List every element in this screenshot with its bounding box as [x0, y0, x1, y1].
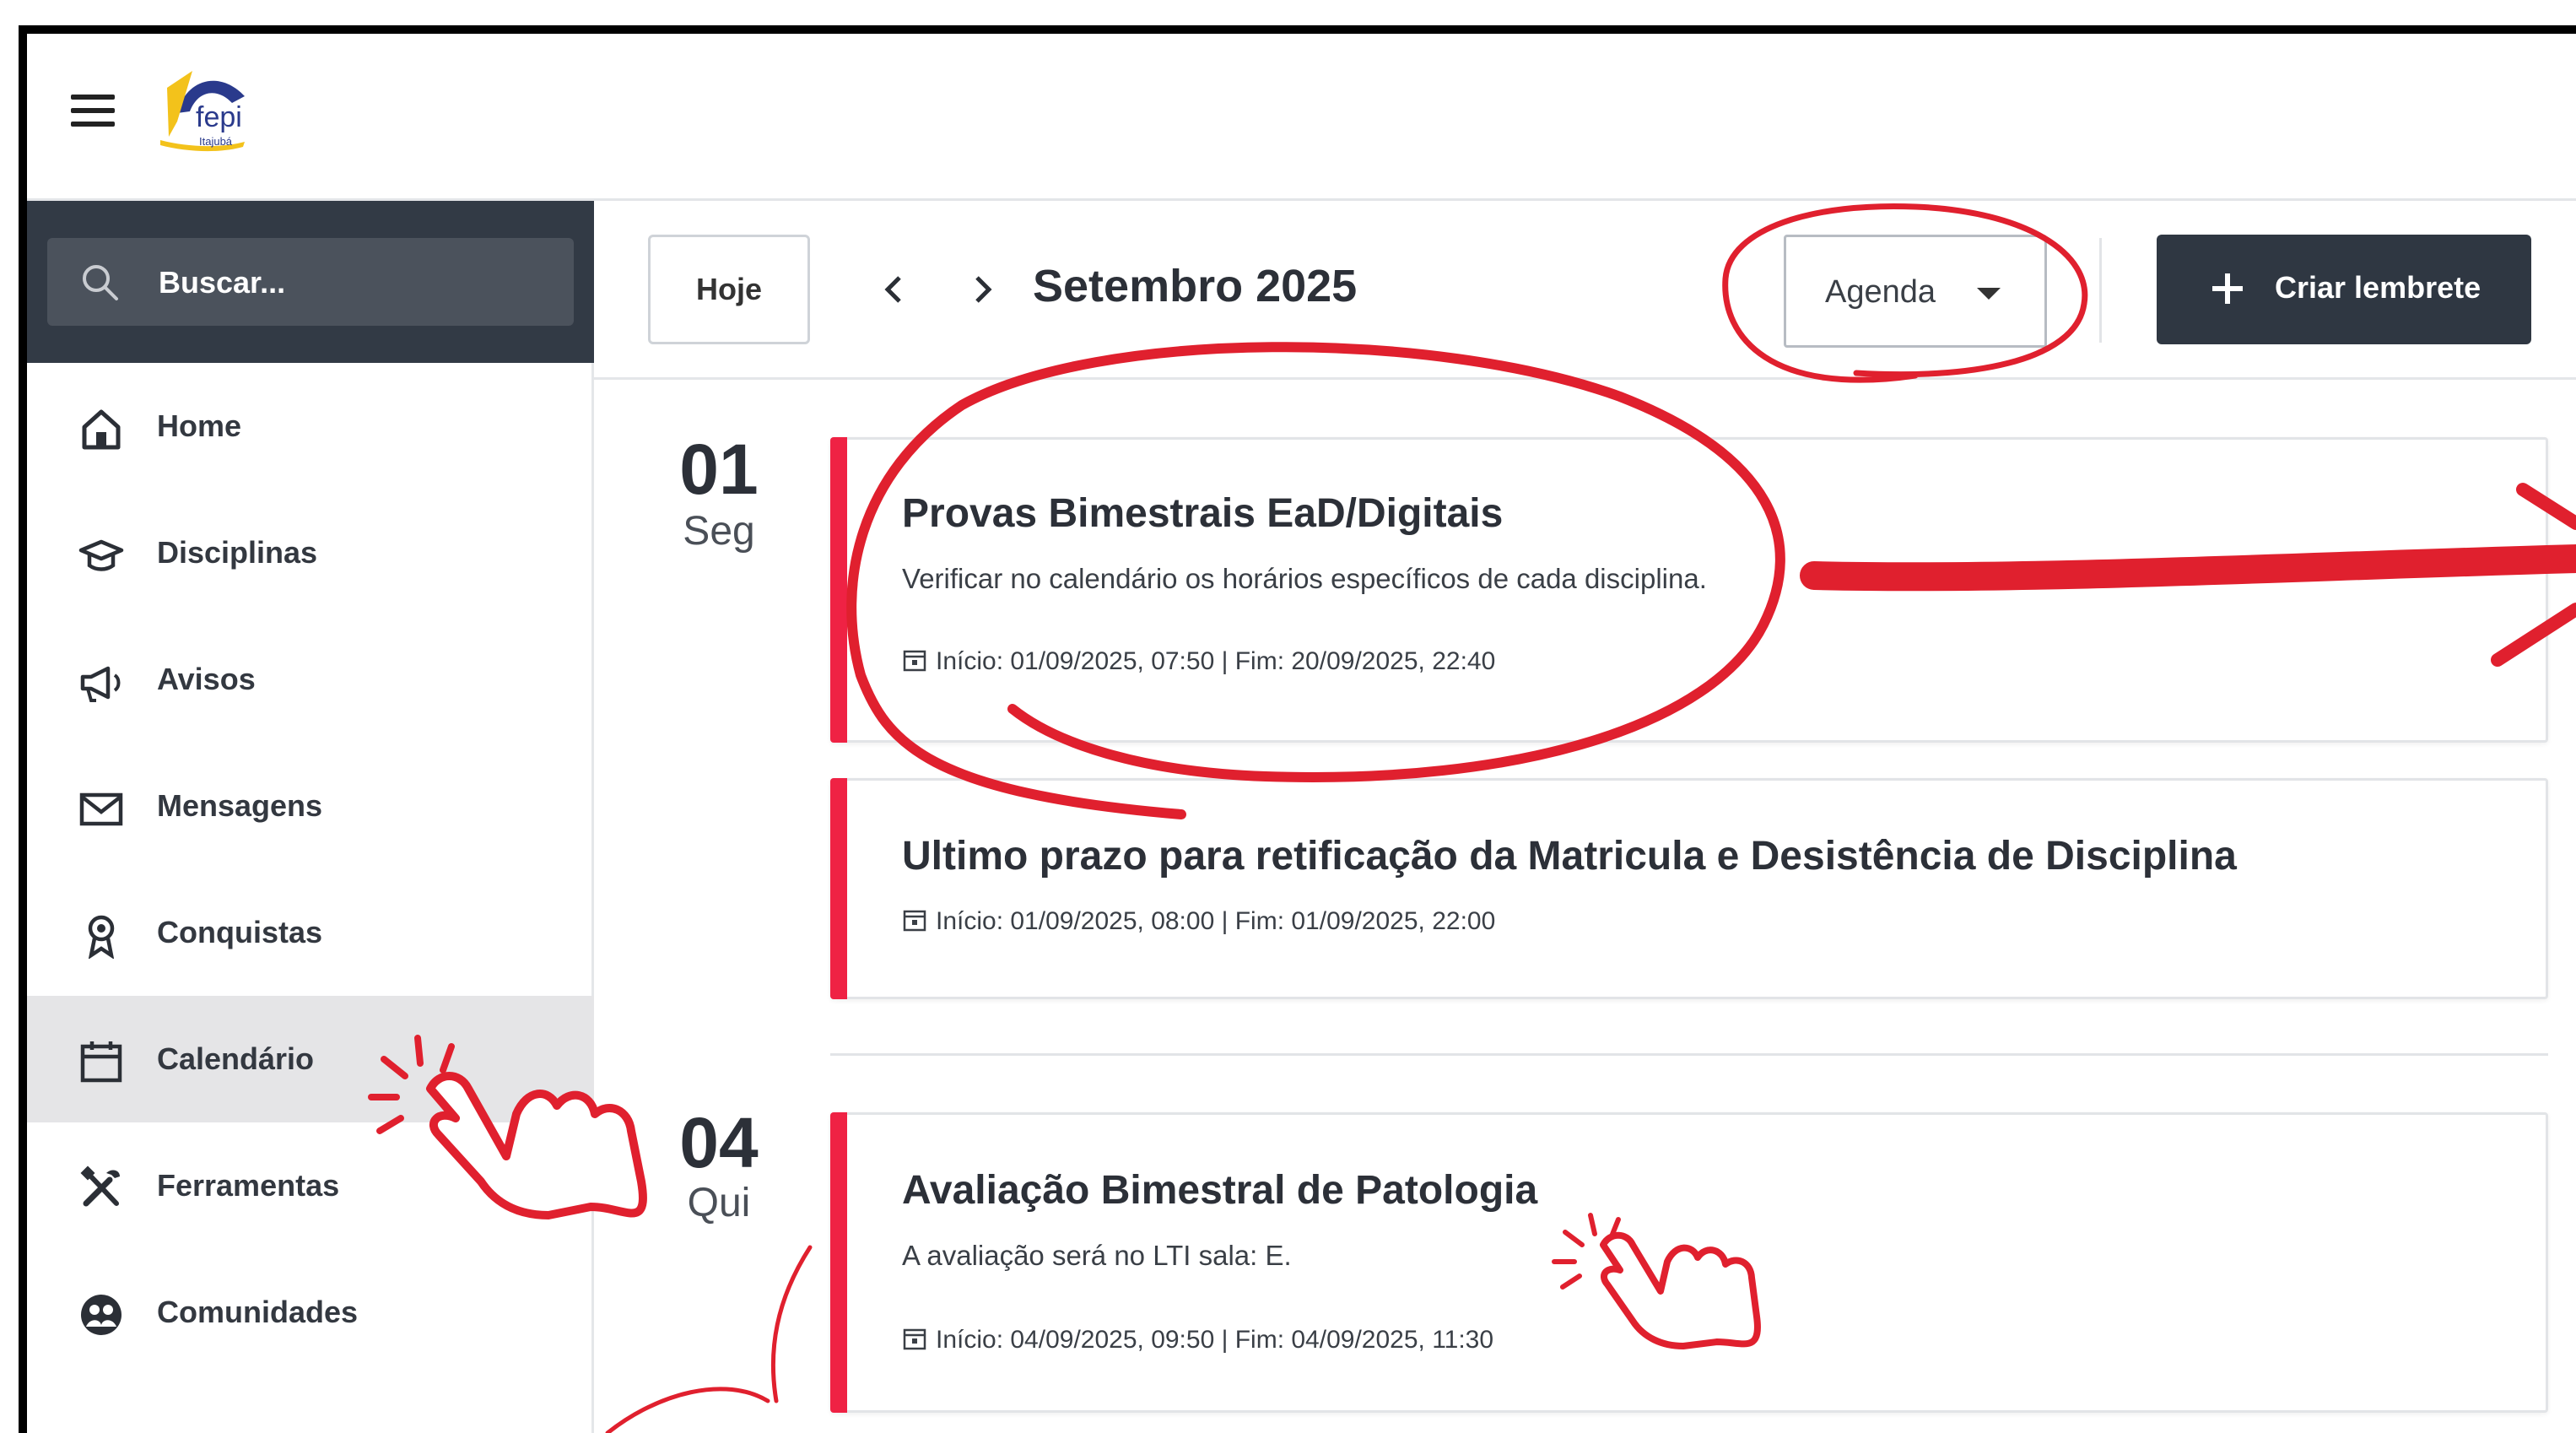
sidebar-item-ferramentas[interactable]: Ferramentas — [27, 1122, 594, 1249]
chevron-right-icon — [975, 276, 992, 303]
calendar-small-icon — [903, 1328, 926, 1350]
sidebar-item-mensagens[interactable]: Mensagens — [27, 743, 594, 869]
logo-subtext: Itajubá — [199, 135, 233, 148]
chevron-left-icon — [884, 276, 901, 303]
sidebar: Buscar... Home Disciplinas Avisos Mensag… — [27, 201, 594, 1433]
frame-border-top — [19, 25, 2576, 34]
fepi-logo[interactable]: fepi Itajubá — [152, 62, 270, 160]
sidebar-item-label: Home — [157, 408, 242, 443]
event-date-text: Início: 01/09/2025, 08:00 | Fim: 01/09/2… — [936, 907, 1496, 935]
month-title: Setembro 2025 — [1033, 261, 1358, 311]
top-header: fepi Itajubá — [27, 34, 2576, 201]
day-name: Qui — [687, 1181, 751, 1225]
event-date-text: Início: 04/09/2025, 09:50 | Fim: 04/09/2… — [936, 1326, 1494, 1354]
caret-down-icon — [1977, 288, 2001, 300]
sidebar-item-calendario[interactable]: Calendário — [27, 996, 594, 1122]
event-description: Verificar no calendário os horários espe… — [902, 563, 1707, 594]
megaphone-icon — [80, 666, 121, 702]
view-select-value: Agenda — [1825, 274, 1936, 310]
day-name: Seg — [683, 509, 755, 554]
frame-border-left — [19, 25, 27, 1433]
next-month-button[interactable] — [953, 260, 1013, 319]
event-date-text: Início: 01/09/2025, 07:50 | Fim: 20/09/2… — [936, 647, 1496, 675]
toolbar-separator — [2099, 238, 2102, 343]
tools-icon — [80, 1165, 120, 1207]
event-card[interactable]: Avaliação Bimestral de Patologia A avali… — [830, 1112, 2548, 1413]
sidebar-item-label: Avisos — [157, 662, 256, 696]
hamburger-icon[interactable] — [71, 95, 115, 128]
event-color-stripe — [830, 1112, 847, 1413]
graduation-cap-icon — [78, 539, 124, 571]
logo-text: fepi — [196, 101, 242, 133]
home-icon — [82, 409, 121, 450]
event-color-stripe — [830, 778, 847, 999]
sidebar-search-area: Buscar... — [27, 201, 594, 363]
sidebar-item-conquistas[interactable]: Conquistas — [27, 869, 594, 996]
calendar-small-icon — [903, 910, 926, 932]
sidebar-item-label: Mensagens — [157, 788, 323, 823]
event-date-range: Início: 04/09/2025, 09:50 | Fim: 04/09/2… — [902, 1326, 1493, 1355]
sidebar-item-home[interactable]: Home — [27, 363, 594, 489]
create-reminder-button[interactable]: Criar lembrete — [2157, 235, 2531, 344]
search-input[interactable]: Buscar... — [47, 238, 574, 326]
plus-icon — [2212, 273, 2243, 304]
event-title: Ultimo prazo para retificação da Matricu… — [902, 834, 2237, 879]
day-number: 01 — [679, 430, 759, 509]
envelope-icon — [79, 792, 123, 826]
day-divider — [830, 1053, 2548, 1056]
sidebar-item-avisos[interactable]: Avisos — [27, 616, 594, 743]
sidebar-item-label: Ferramentas — [157, 1168, 340, 1203]
sidebar-item-comunidades[interactable]: Comunidades — [27, 1249, 594, 1376]
screenshot-frame: fepi Itajubá Buscar... Home Disciplinas … — [0, 0, 2576, 1433]
sidebar-item-label: Comunidades — [157, 1295, 359, 1329]
calendar-icon — [80, 1041, 122, 1083]
event-card[interactable]: Provas Bimestrais EaD/Digitais Verificar… — [830, 437, 2548, 743]
event-date-range: Início: 01/09/2025, 07:50 | Fim: 20/09/2… — [902, 647, 1495, 676]
today-button[interactable]: Hoje — [648, 235, 810, 344]
event-description: A avaliação será no LTI sala: E. — [902, 1240, 1292, 1271]
sidebar-item-label: Conquistas — [157, 915, 323, 949]
create-reminder-label: Criar lembrete — [2275, 270, 2481, 305]
award-icon — [88, 915, 115, 959]
calendar-small-icon — [903, 650, 926, 672]
sidebar-item-disciplinas[interactable]: Disciplinas — [27, 489, 594, 616]
event-title: Provas Bimestrais EaD/Digitais — [902, 491, 1504, 536]
calendar-toolbar: Hoje Setembro 2025 Agenda Criar lembrete — [594, 235, 2576, 380]
sidebar-item-label: Calendário — [157, 1041, 315, 1076]
view-select[interactable]: Agenda — [1784, 235, 2047, 348]
sidebar-item-label: Disciplinas — [157, 535, 318, 570]
search-icon — [83, 265, 118, 300]
community-icon — [81, 1295, 122, 1335]
day-number: 04 — [679, 1103, 759, 1182]
event-color-stripe — [830, 437, 847, 743]
event-title: Avaliação Bimestral de Patologia — [902, 1168, 1538, 1213]
event-card[interactable]: Ultimo prazo para retificação da Matricu… — [830, 778, 2548, 999]
prev-month-button[interactable] — [864, 260, 923, 319]
calendar-main: Hoje Setembro 2025 Agenda Criar lembrete — [594, 201, 2576, 1433]
search-placeholder: Buscar... — [159, 265, 286, 300]
event-date-range: Início: 01/09/2025, 08:00 | Fim: 01/09/2… — [902, 907, 1495, 936]
